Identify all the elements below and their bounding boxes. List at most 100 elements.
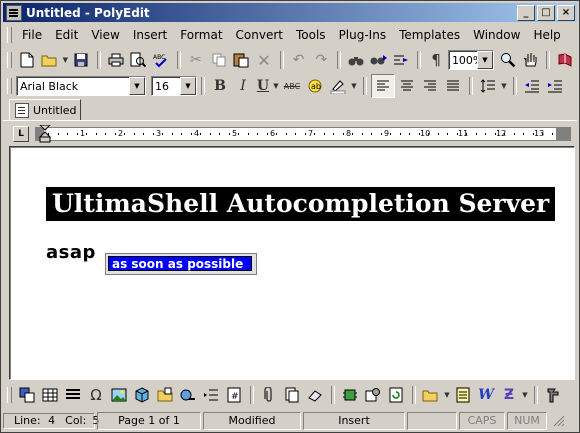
justify-button[interactable]: [442, 75, 464, 97]
insert-object-icon[interactable]: [16, 384, 38, 406]
new-document-icon[interactable]: [16, 49, 38, 71]
insert-page-icon[interactable]: [281, 384, 303, 406]
tools-icon[interactable]: [542, 384, 564, 406]
find-icon[interactable]: [345, 49, 367, 71]
menu-file[interactable]: File: [16, 26, 49, 44]
print-preview-icon[interactable]: [128, 49, 150, 71]
zoom-select[interactable]: 100% ▼: [447, 50, 494, 70]
spellcheck-icon[interactable]: ABC: [150, 49, 172, 71]
undo-icon[interactable]: ↶: [288, 49, 310, 71]
insert-symbol-icon[interactable]: Ω: [85, 384, 107, 406]
strikethrough-button[interactable]: ABC: [281, 75, 303, 97]
font-size-select[interactable]: 16 ▼: [151, 76, 197, 96]
toolbar-grip[interactable]: [7, 52, 12, 68]
tab-stop-selector[interactable]: L: [13, 126, 29, 142]
underline-button[interactable]: U: [255, 75, 271, 97]
increase-indent-icon[interactable]: [544, 75, 566, 97]
print-icon[interactable]: [105, 49, 127, 71]
find-replace-icon[interactable]: [368, 49, 390, 71]
insert-field-icon[interactable]: #: [223, 384, 245, 406]
refresh-icon[interactable]: [385, 384, 407, 406]
window-controls: _ □ ×: [515, 5, 575, 21]
typed-word[interactable]: asap: [46, 242, 96, 263]
macro-run-dropdown-icon[interactable]: ▼: [521, 384, 529, 406]
bold-button[interactable]: B: [209, 75, 231, 97]
align-left-button[interactable]: [371, 74, 395, 98]
highlight-icon[interactable]: ab: [304, 75, 326, 97]
indent-marker-icon[interactable]: [39, 125, 51, 143]
italic-button[interactable]: I: [232, 75, 254, 97]
show-formatting-icon[interactable]: ¶: [425, 49, 447, 71]
macro-run-icon[interactable]: Ƶ: [498, 384, 520, 406]
cut-icon[interactable]: ✂: [185, 49, 207, 71]
redo-icon[interactable]: ↷: [310, 49, 332, 71]
ruler-scale[interactable]: 1 2 3 4 5 6 7 8 9 10 11 12 13: [35, 125, 571, 143]
format-toolbar: Arial Black ▼ 16 ▼ B I U ▼ ABC ab ▼ ▼: [3, 73, 577, 99]
align-right-button[interactable]: [419, 75, 441, 97]
minimize-button[interactable]: _: [517, 5, 535, 21]
menu-insert[interactable]: Insert: [127, 26, 174, 44]
line-spacing-icon[interactable]: [477, 75, 499, 97]
plugin-icon[interactable]: [339, 384, 361, 406]
copy-icon[interactable]: [208, 49, 230, 71]
menu-view[interactable]: View: [85, 26, 126, 44]
menu-convert[interactable]: Convert: [230, 26, 290, 44]
line-spacing-dropdown-icon[interactable]: ▼: [500, 75, 508, 97]
insert-3d-object-icon[interactable]: [131, 384, 153, 406]
underline-dropdown-icon[interactable]: ▼: [272, 75, 280, 97]
open-template-dropdown-icon[interactable]: ▼: [443, 384, 451, 406]
menu-templates[interactable]: Templates: [393, 26, 467, 44]
insert-mode-indicator[interactable]: Insert: [303, 411, 405, 430]
toolbar-grip[interactable]: [7, 78, 12, 94]
goto-icon[interactable]: [391, 49, 413, 71]
menu-edit[interactable]: Edit: [49, 26, 85, 44]
maximize-button[interactable]: □: [537, 5, 555, 21]
paste-icon[interactable]: [230, 49, 252, 71]
close-button[interactable]: ×: [557, 5, 575, 21]
document-heading[interactable]: UltimaShell Autocompletion Server: [46, 187, 556, 221]
word-document-icon[interactable]: W: [475, 384, 497, 406]
tab-untitled[interactable]: Untitled: [9, 99, 81, 121]
book-icon[interactable]: [554, 49, 576, 71]
insert-file-icon[interactable]: [154, 384, 176, 406]
font-select[interactable]: Arial Black ▼: [16, 76, 146, 96]
insert-image-icon[interactable]: [108, 384, 130, 406]
align-center-button[interactable]: [396, 75, 418, 97]
menu-grip[interactable]: [7, 27, 12, 43]
menu-format[interactable]: Format: [174, 26, 229, 44]
ruler-tick: [95, 133, 97, 135]
chevron-down-icon[interactable]: ▼: [129, 77, 145, 95]
menu-help[interactable]: Help: [527, 26, 567, 44]
zoom-icon[interactable]: [497, 49, 519, 71]
toolbar-grip[interactable]: [7, 387, 12, 403]
insert-list-icon[interactable]: [62, 384, 84, 406]
save-icon[interactable]: [70, 49, 92, 71]
hand-pan-icon[interactable]: [520, 49, 542, 71]
eraser-icon[interactable]: [304, 384, 326, 406]
open-dropdown-icon[interactable]: ▼: [61, 49, 69, 71]
decrease-indent-icon[interactable]: [521, 75, 543, 97]
menu-tools[interactable]: Tools: [290, 26, 333, 44]
notes-icon[interactable]: [452, 384, 474, 406]
delete-icon[interactable]: ✕: [253, 49, 275, 71]
insert-table-icon[interactable]: [39, 384, 61, 406]
insert-hyperlink-icon[interactable]: [177, 384, 199, 406]
open-template-icon[interactable]: [420, 384, 442, 406]
app-icon[interactable]: [6, 4, 22, 21]
ruler-tick: [323, 133, 325, 135]
document-editor[interactable]: UltimaShell Autocompletion Server asap a…: [9, 146, 575, 380]
attachment-icon[interactable]: [258, 384, 280, 406]
menu-plugins[interactable]: Plug-Ins: [333, 26, 394, 44]
macro-icon[interactable]: [362, 384, 384, 406]
autocomplete-suggestion[interactable]: as soon as possible: [108, 256, 252, 271]
font-color-icon[interactable]: [327, 75, 349, 97]
insert-line-icon[interactable]: [200, 384, 222, 406]
font-color-dropdown-icon[interactable]: ▼: [350, 75, 358, 97]
chevron-down-icon[interactable]: ▼: [476, 51, 493, 69]
title-bar[interactable]: Untitled - PolyEdit _ □ ×: [3, 3, 577, 22]
resize-grip[interactable]: [549, 413, 569, 429]
open-folder-icon[interactable]: [39, 49, 61, 71]
chevron-down-icon[interactable]: ▼: [180, 77, 196, 95]
ruler[interactable]: L 1 2 3 4 5 6 7 8 9 10 11 12 13: [9, 124, 573, 143]
menu-window[interactable]: Window: [467, 26, 527, 44]
